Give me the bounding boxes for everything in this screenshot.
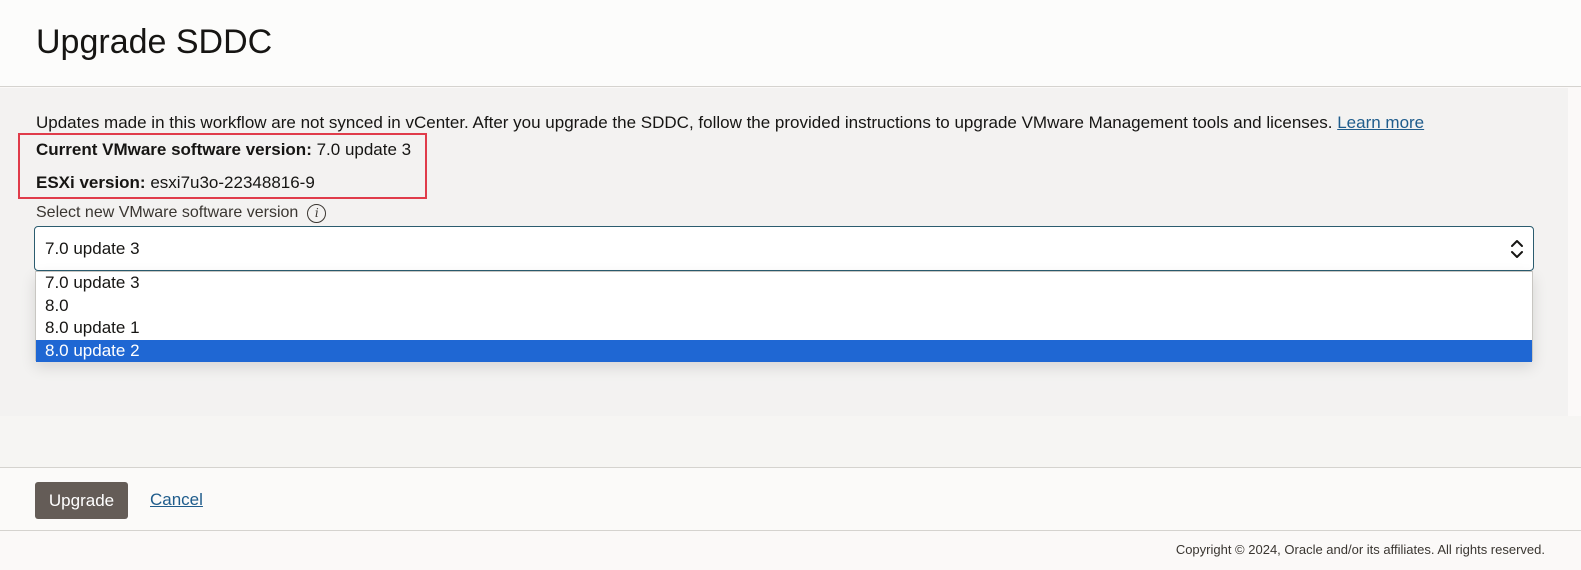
cancel-link[interactable]: Cancel <box>150 490 203 510</box>
version-option-highlighted[interactable]: 8.0 update 2 <box>36 339 1532 362</box>
version-option[interactable]: 8.0 <box>36 295 1532 318</box>
page-title: Upgrade SDDC <box>36 23 273 61</box>
version-select-value: 7.0 update 3 <box>45 239 140 258</box>
upgrade-button[interactable]: Upgrade <box>35 482 128 519</box>
info-message: Updates made in this workflow are not sy… <box>36 113 1424 133</box>
copyright-text: Copyright © 2024, Oracle and/or its affi… <box>1175 542 1545 557</box>
version-option[interactable]: 8.0 update 1 <box>36 317 1532 340</box>
chevron-up-down-icon <box>1511 240 1523 258</box>
learn-more-link[interactable]: Learn more <box>1337 113 1424 132</box>
version-select-label-text: Select new VMware software version <box>36 204 299 221</box>
current-vmware-version-value: 7.0 update 3 <box>311 140 412 159</box>
action-bar: Upgrade Cancel <box>0 467 1581 531</box>
info-icon[interactable]: i <box>307 203 327 223</box>
current-vmware-version-label: Current VMware software version: <box>36 140 312 159</box>
esxi-version-value: esxi7u3o-22348816-9 <box>145 173 315 192</box>
version-option[interactable]: 7.0 update 3 <box>36 272 1532 295</box>
version-dropdown-list: 7.0 update 3 8.0 8.0 update 1 8.0 update… <box>35 271 1533 362</box>
version-select-label: Select new VMware software version i <box>36 203 327 223</box>
esxi-version: ESXi version: esxi7u3o-22348816-9 <box>36 173 315 193</box>
form-panel-footer-area <box>0 416 1581 467</box>
esxi-version-label: ESXi version: <box>36 173 146 192</box>
version-select[interactable]: 7.0 update 3 <box>34 226 1534 271</box>
info-message-text: Updates made in this workflow are not sy… <box>36 113 1338 132</box>
current-vmware-version: Current VMware software version: 7.0 upd… <box>36 140 411 160</box>
page-header: Upgrade SDDC <box>0 0 1581 87</box>
